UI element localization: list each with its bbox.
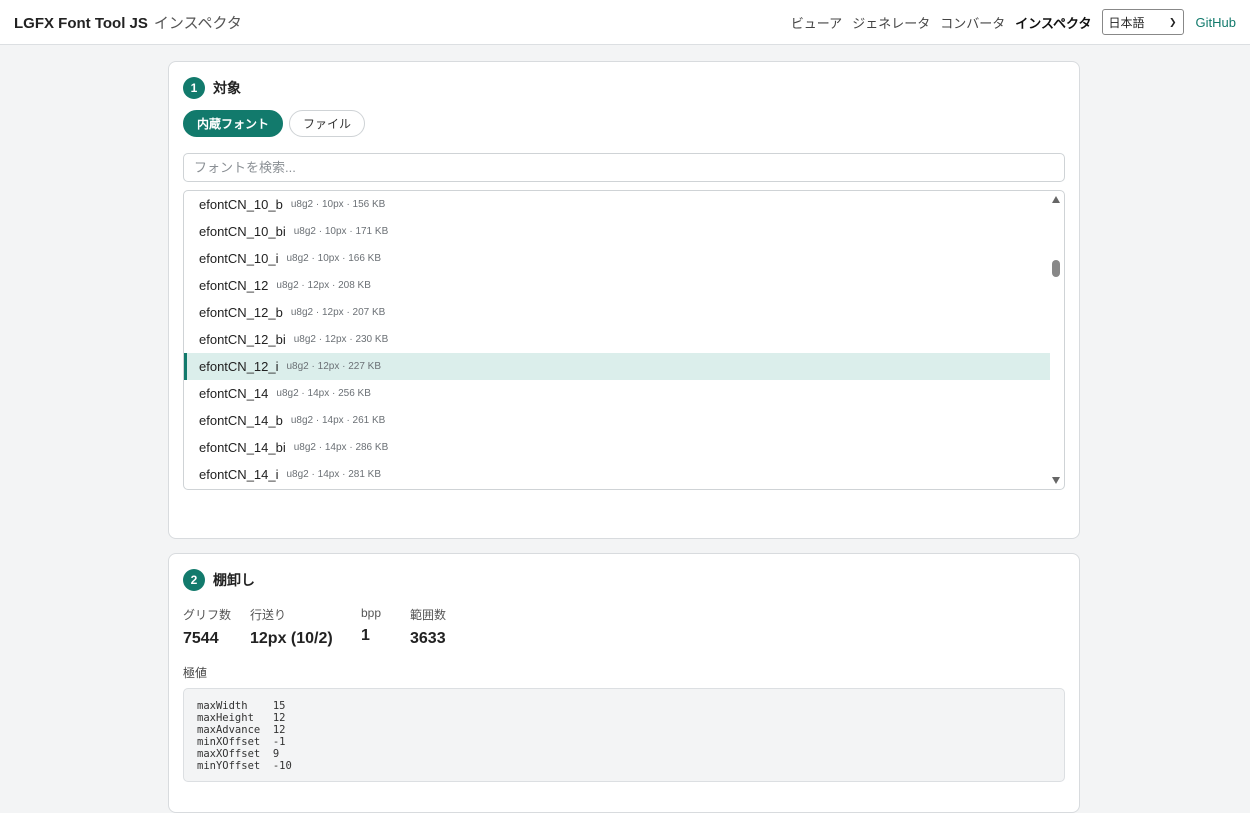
inventory-card: 2 棚卸し グリフ数 7544 行送り 12px (10/2) bpp 1 範囲… — [168, 553, 1080, 813]
stat-bpp: bpp 1 — [361, 606, 410, 648]
target-card: 1 対象 内蔵フォント ファイル efontCN_10_b u8g2 · 10px… — [168, 61, 1080, 539]
font-meta: u8g2 · 12px · 230 KB — [293, 334, 389, 345]
font-list-items: efontCN_10_b u8g2 · 10px · 156 KB efontCN_… — [184, 191, 1050, 488]
app-header: LGFX Font Tool JS インスペクタ ビューア ジェネレータ コンバ… — [0, 0, 1250, 45]
stat-glyph-count: グリフ数 7544 — [183, 606, 250, 648]
font-meta: u8g2 · 14px · 261 KB — [290, 415, 386, 426]
brand-subtitle: インスペクタ — [153, 14, 242, 32]
tab-file[interactable]: ファイル — [289, 110, 366, 137]
extremes-label: 極値 — [183, 666, 208, 680]
font-meta: u8g2 · 10px · 171 KB — [293, 226, 389, 237]
nav-generator[interactable]: ジェネレータ — [852, 13, 930, 32]
chevron-down-icon: ❯ — [1168, 16, 1177, 27]
stat-value: 1 — [361, 627, 370, 644]
font-name: efontCN_14_bi — [199, 440, 286, 455]
font-stats: グリフ数 7544 行送り 12px (10/2) bpp 1 範囲数 3633 — [183, 606, 470, 648]
nav-viewer[interactable]: ビューア — [791, 13, 842, 32]
section-title: 棚卸し — [213, 572, 255, 588]
scroll-up-icon[interactable] — [1052, 196, 1060, 203]
scrollbar-thumb[interactable] — [1052, 260, 1060, 277]
font-name: efontCN_14 — [199, 386, 269, 401]
font-meta: u8g2 · 10px · 166 KB — [286, 253, 382, 264]
section-title: 対象 — [213, 80, 241, 96]
source-tabs: 内蔵フォント ファイル — [183, 110, 366, 137]
extreme-line: maxHeight 12 — [197, 712, 286, 724]
inventory-title: 2 棚卸し — [183, 569, 255, 591]
font-meta: u8g2 · 12px · 208 KB — [276, 280, 371, 291]
scroll-down-icon[interactable] — [1052, 477, 1060, 484]
font-name: efontCN_14_b — [199, 413, 283, 428]
font-list-item[interactable]: efontCN_10_bi u8g2 · 10px · 171 KB — [184, 218, 1050, 245]
font-name: efontCN_12_b — [199, 305, 283, 320]
font-list-item[interactable]: efontCN_12_i u8g2 · 12px · 227 KB — [184, 353, 1050, 380]
font-meta: u8g2 · 14px · 286 KB — [293, 442, 389, 453]
font-list[interactable]: efontCN_10_b u8g2 · 10px · 156 KB efontCN_… — [183, 190, 1065, 490]
github-link[interactable]: GitHub — [1196, 15, 1236, 30]
font-list-item[interactable]: efontCN_12_b u8g2 · 12px · 207 KB — [184, 299, 1050, 326]
font-meta: u8g2 · 14px · 256 KB — [276, 388, 371, 399]
extreme-line: maxWidth 15 — [197, 700, 286, 712]
font-meta: u8g2 · 10px · 156 KB — [290, 199, 386, 210]
top-nav: ビューア ジェネレータ コンバータ インスペクタ 日本語 ❯ GitHub — [791, 9, 1236, 35]
extremes-block: maxWidth 15 maxHeight 12 maxAdvance 12 minX… — [183, 688, 1065, 782]
nav-converter[interactable]: コンバータ — [940, 13, 1005, 32]
font-list-item[interactable]: efontCN_14_bi u8g2 · 14px · 286 KB — [184, 434, 1050, 461]
extreme-line: maxAdvance 12 — [197, 724, 286, 736]
font-name: efontCN_10_bi — [199, 224, 286, 239]
target-title: 1 対象 — [183, 77, 241, 99]
font-name: efontCN_10_i — [199, 251, 279, 266]
stat-label: 範囲数 — [410, 608, 447, 622]
font-meta: u8g2 · 12px · 207 KB — [290, 307, 386, 318]
extreme-line: minYOffset -10 — [197, 760, 292, 772]
font-meta: u8g2 · 12px · 227 KB — [286, 361, 382, 372]
font-search-input[interactable] — [183, 153, 1065, 182]
tab-builtin-fonts[interactable]: 内蔵フォント — [183, 110, 284, 137]
step-badge: 1 — [183, 77, 205, 99]
language-value: 日本語 — [1108, 15, 1145, 30]
stat-label: 行送り — [250, 608, 287, 622]
language-select[interactable]: 日本語 ❯ — [1101, 9, 1184, 35]
font-name: efontCN_12_i — [199, 359, 279, 374]
font-list-item[interactable]: efontCN_14_i u8g2 · 14px · 281 KB — [184, 461, 1050, 488]
brand: LGFX Font Tool JS インスペクタ — [14, 12, 242, 33]
font-name: efontCN_12_bi — [199, 332, 286, 347]
stat-line-advance: 行送り 12px (10/2) — [250, 606, 361, 648]
font-list-item[interactable]: efontCN_10_b u8g2 · 10px · 156 KB — [184, 191, 1050, 218]
font-list-item[interactable]: efontCN_12_bi u8g2 · 12px · 230 KB — [184, 326, 1050, 353]
font-name: efontCN_12 — [199, 278, 269, 293]
font-list-item[interactable]: efontCN_10_i u8g2 · 10px · 166 KB — [184, 245, 1050, 272]
font-list-item[interactable]: efontCN_12 u8g2 · 12px · 208 KB — [184, 272, 1050, 299]
font-list-item[interactable]: efontCN_14 u8g2 · 14px · 256 KB — [184, 380, 1050, 407]
stat-value: 7544 — [183, 630, 219, 647]
scrollbar[interactable] — [1049, 191, 1064, 489]
stat-range-count: 範囲数 3633 — [410, 606, 470, 648]
stat-label: グリフ数 — [183, 608, 232, 622]
font-name: efontCN_14_i — [199, 467, 279, 482]
stat-value: 12px (10/2) — [250, 630, 333, 647]
font-name: efontCN_10_b — [199, 197, 283, 212]
stat-label: bpp — [361, 606, 382, 620]
step-badge: 2 — [183, 569, 205, 591]
font-list-item[interactable]: efontCN_14_b u8g2 · 14px · 261 KB — [184, 407, 1050, 434]
nav-inspector[interactable]: インスペクタ — [1015, 13, 1091, 32]
font-meta: u8g2 · 14px · 281 KB — [286, 469, 382, 480]
extreme-line: maxXOffset 9 — [197, 748, 280, 760]
extreme-line: minXOffset -1 — [197, 736, 286, 748]
brand-name: LGFX Font Tool JS — [14, 14, 148, 32]
stat-value: 3633 — [410, 630, 446, 647]
